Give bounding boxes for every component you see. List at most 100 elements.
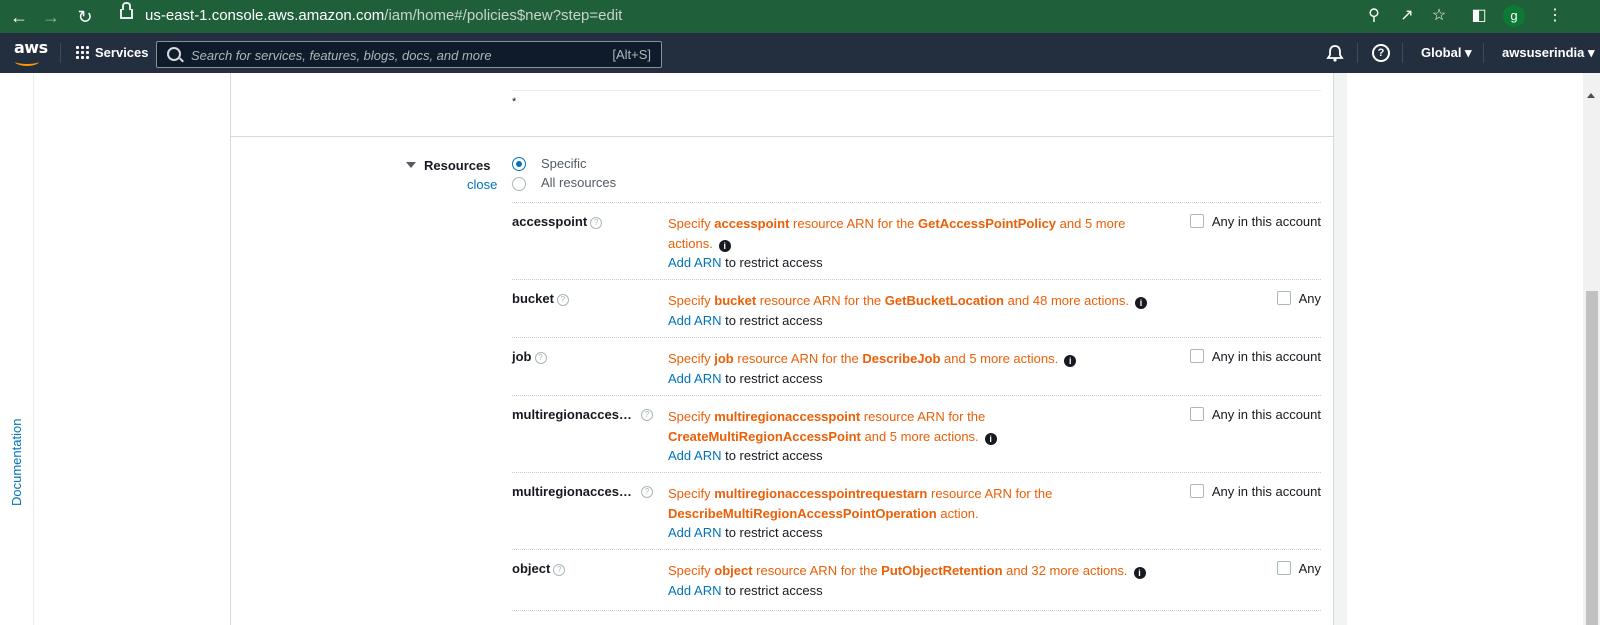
desc-text: action. [936,505,979,521]
any-checkbox[interactable] [1189,484,1204,498]
add-arn-link[interactable]: Add ARN [668,313,721,328]
any-checkbox-wrapper[interactable]: Any in this account [1189,484,1321,499]
documentation-tab[interactable]: Documentation [9,419,24,506]
profile-avatar[interactable]: g [1503,5,1525,27]
reload-icon[interactable]: ↻ [74,6,96,28]
previous-section-value: * [512,96,517,108]
help-question-icon[interactable]: ? [553,563,566,576]
desc-text: and 48 more actions. [1003,293,1129,308]
radio-all-resources[interactable] [512,177,526,191]
help-question-icon[interactable]: ? [556,293,569,306]
scroll-up-arrow-icon[interactable] [1587,93,1595,98]
info-icon[interactable]: i [1135,297,1147,309]
bookmark-star-icon[interactable]: ☆ [1428,5,1450,27]
action-name: PutObjectRetention [881,563,1003,578]
radio-specific[interactable] [512,157,526,171]
resource-name: multiregionacces… [512,407,632,422]
search-bar[interactable]: [Alt+S] [156,41,662,68]
add-arn-link[interactable]: Add ARN [668,371,721,386]
account-menu[interactable]: awsuserindia ▾ [1502,45,1595,61]
any-checkbox-label[interactable]: Any in this account [1212,214,1321,229]
caret-down-icon [406,162,416,168]
help-question-icon[interactable]: ? [641,486,653,498]
resources-title: Resources [424,158,491,173]
resource-name: multiregionacces… [512,484,632,499]
info-icon[interactable]: i [718,239,731,252]
resource-name: object [512,561,551,576]
any-checkbox-label[interactable]: Any in this account [1212,484,1321,499]
forward-arrow-icon[interactable]: → [40,6,62,28]
zoom-icon[interactable]: ⚲ [1363,5,1385,27]
page-scrollbar[interactable] [1583,73,1600,625]
search-input[interactable] [189,46,593,65]
close-link[interactable]: close [467,177,497,192]
help-question-icon[interactable]: ? [534,351,547,364]
info-icon[interactable]: i [1064,355,1077,367]
radio-specific-label[interactable]: Specific [541,156,587,171]
desc-text: and 32 more actions. [1002,563,1128,578]
desc-text: resource ARN for the [752,563,882,578]
lock-icon[interactable] [120,2,133,19]
documentation-rail: Documentation [0,73,34,625]
add-arn-link[interactable]: Add ARN [668,583,721,598]
url-path: /iam/home#/policies$new?step=edit [384,7,623,24]
help-question-icon[interactable]: ? [641,409,653,421]
any-checkbox[interactable] [1276,561,1291,575]
any-checkbox-label[interactable]: Any in this account [1212,407,1321,422]
any-checkbox[interactable] [1276,291,1291,305]
any-checkbox-wrapper[interactable]: Any in this account [1189,214,1321,229]
any-checkbox[interactable] [1189,214,1204,228]
any-checkbox[interactable] [1189,407,1204,421]
info-icon[interactable]: i [984,432,997,445]
share-icon[interactable]: ↗ [1396,5,1418,27]
desc-text: and 5 more actions. [940,351,1059,366]
resources-section-header[interactable]: Resources [406,158,490,173]
any-checkbox-label[interactable]: Any [1299,291,1321,306]
help-icon[interactable]: ? [1372,44,1390,62]
search-shortcut: [Alt+S] [612,47,651,62]
region-selector[interactable]: Global ▾ [1421,45,1472,61]
resource-name: job [512,349,532,364]
services-menu-button[interactable]: Services [75,44,149,62]
add-arn-link[interactable]: Add ARN [668,525,721,540]
resource-type: multiregionaccesspointrequestarn [714,486,928,501]
resource-description: Specify accesspoint resource ARN for the… [668,214,1148,273]
resource-type: job [714,351,734,366]
radio-all-resources-label[interactable]: All resources [541,175,616,190]
address-bar[interactable]: us-east-1.console.aws.amazon.com/iam/hom… [112,2,1502,29]
any-checkbox[interactable] [1189,349,1204,363]
search-icon [167,47,181,61]
resource-type: multiregionaccesspoint [714,409,861,424]
resource-type: accesspoint [714,216,790,231]
any-checkbox-wrapper[interactable]: Any [1276,561,1321,576]
browser-menu-icon[interactable]: ⋮ [1544,5,1566,27]
aws-logo[interactable]: aws [14,38,48,66]
scrollbar-thumb[interactable] [1586,291,1598,625]
desc-text: resource ARN for the [789,216,919,231]
resource-row: multiregionacces… ? Specify multiregiona… [512,395,1321,473]
aws-console-navbar: aws Services [Alt+S] ? Global ▾ awsuseri… [0,33,1600,73]
any-checkbox-wrapper[interactable]: Any in this account [1189,349,1321,364]
any-checkbox-wrapper[interactable]: Any in this account [1189,407,1321,422]
add-arn-link[interactable]: Add ARN [668,255,721,270]
resource-row: accesspoint? Specify accesspoint resourc… [512,202,1321,280]
services-label: Services [95,45,149,61]
action-name: CreateMultiRegionAccessPoint [668,428,861,444]
side-panel-icon[interactable]: ◧ [1468,5,1490,27]
any-checkbox-label[interactable]: Any [1299,561,1321,576]
nav-divider [1357,43,1358,63]
notifications-bell-icon[interactable] [1325,43,1345,63]
aws-smile-icon [15,57,39,66]
back-arrow-icon[interactable]: ← [8,6,30,28]
desc-text: resource ARN for the [733,351,863,366]
resource-description: Specify object resource ARN for the PutO… [668,561,1188,600]
add-arn-link[interactable]: Add ARN [668,448,721,463]
aws-logo-text: aws [14,38,48,57]
resource-description: Specify multiregionaccesspoint resource … [668,407,1108,466]
any-checkbox-wrapper[interactable]: Any [1276,291,1321,306]
browser-toolbar: ← → ↻ us-east-1.console.aws.amazon.com/i… [0,0,1600,33]
resource-type: bucket [714,293,757,308]
any-checkbox-label[interactable]: Any in this account [1212,349,1321,364]
info-icon[interactable]: i [1133,567,1146,579]
help-question-icon[interactable]: ? [590,216,603,229]
